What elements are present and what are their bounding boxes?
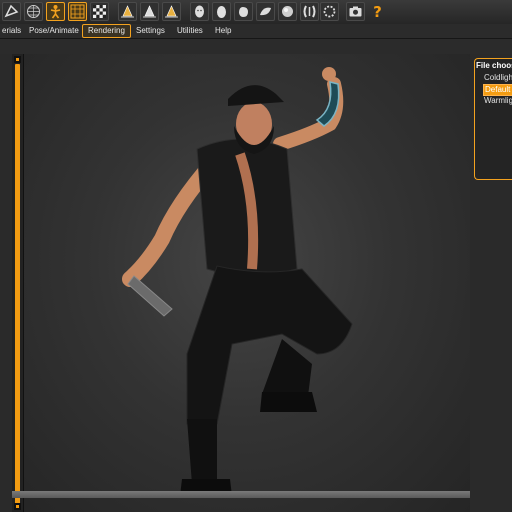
rail-slider-bar[interactable] xyxy=(15,64,20,504)
camera-button[interactable] xyxy=(346,2,365,21)
tab-utilities[interactable]: Utilities xyxy=(172,25,208,37)
help-button[interactable]: ? xyxy=(368,2,387,21)
viewport-header xyxy=(0,39,512,54)
tab-pose-animate[interactable]: Pose/Animate xyxy=(24,25,84,37)
egg-icon xyxy=(217,6,226,18)
move-arrow-button[interactable] xyxy=(118,2,137,21)
move-arrow-icon xyxy=(121,5,134,18)
ring-icon xyxy=(323,5,336,18)
bulge-button[interactable] xyxy=(300,2,319,21)
tab-help[interactable]: Help xyxy=(210,25,236,37)
timeline-rail xyxy=(12,54,24,512)
grid-icon xyxy=(70,4,85,19)
checkerboard-icon xyxy=(93,5,106,18)
foot-button[interactable] xyxy=(256,2,275,21)
rotate-arrow-icon xyxy=(143,5,156,18)
camera-icon xyxy=(349,6,362,17)
egg-button[interactable] xyxy=(212,2,231,21)
rail-top-marker xyxy=(16,58,19,61)
head-icon xyxy=(195,5,204,18)
head-button[interactable] xyxy=(190,2,209,21)
hand-button[interactable] xyxy=(234,2,253,21)
rail-bottom-marker xyxy=(16,505,19,508)
tab-materials[interactable]: erials xyxy=(0,25,26,37)
lasso-select-button[interactable] xyxy=(2,2,21,21)
file-chooser-panel: File choos Coldligh Default Warmlig xyxy=(474,58,512,180)
lasso-select-icon xyxy=(4,4,19,18)
scale-arrow-button[interactable] xyxy=(162,2,181,21)
grid-button[interactable] xyxy=(68,2,87,21)
checkerboard-button[interactable] xyxy=(90,2,109,21)
tab-rendering[interactable]: Rendering xyxy=(82,24,131,38)
rail-top-handle[interactable] xyxy=(14,56,21,63)
file-chooser-title: File choos xyxy=(476,61,512,70)
sphere-button[interactable] xyxy=(278,2,297,21)
help-icon: ? xyxy=(373,2,382,21)
figure-pose-button[interactable] xyxy=(46,2,65,21)
sphere-icon xyxy=(282,6,293,17)
tab-settings[interactable]: Settings xyxy=(131,25,170,37)
ring-button[interactable] xyxy=(320,2,339,21)
ground-plane xyxy=(12,491,470,498)
scale-arrow-icon xyxy=(165,5,178,18)
main-toolbar: ? xyxy=(0,0,512,25)
tab-bar: erials Pose/Animate Rendering Settings U… xyxy=(0,24,512,39)
character-figure[interactable] xyxy=(12,54,470,512)
mesh-sphere-icon xyxy=(27,5,40,18)
figure-pose-icon xyxy=(50,5,61,19)
render-viewport[interactable] xyxy=(12,54,470,512)
rail-bottom-handle[interactable] xyxy=(14,503,21,510)
bulge-icon xyxy=(303,5,316,18)
file-item-warmlight[interactable]: Warmlig xyxy=(484,96,512,106)
rotate-arrow-button[interactable] xyxy=(140,2,159,21)
mesh-sphere-button[interactable] xyxy=(24,2,43,21)
foot-icon xyxy=(260,7,271,16)
file-item-coldlight[interactable]: Coldligh xyxy=(484,73,512,83)
file-item-default[interactable]: Default xyxy=(483,84,512,96)
hand-icon xyxy=(239,7,248,17)
